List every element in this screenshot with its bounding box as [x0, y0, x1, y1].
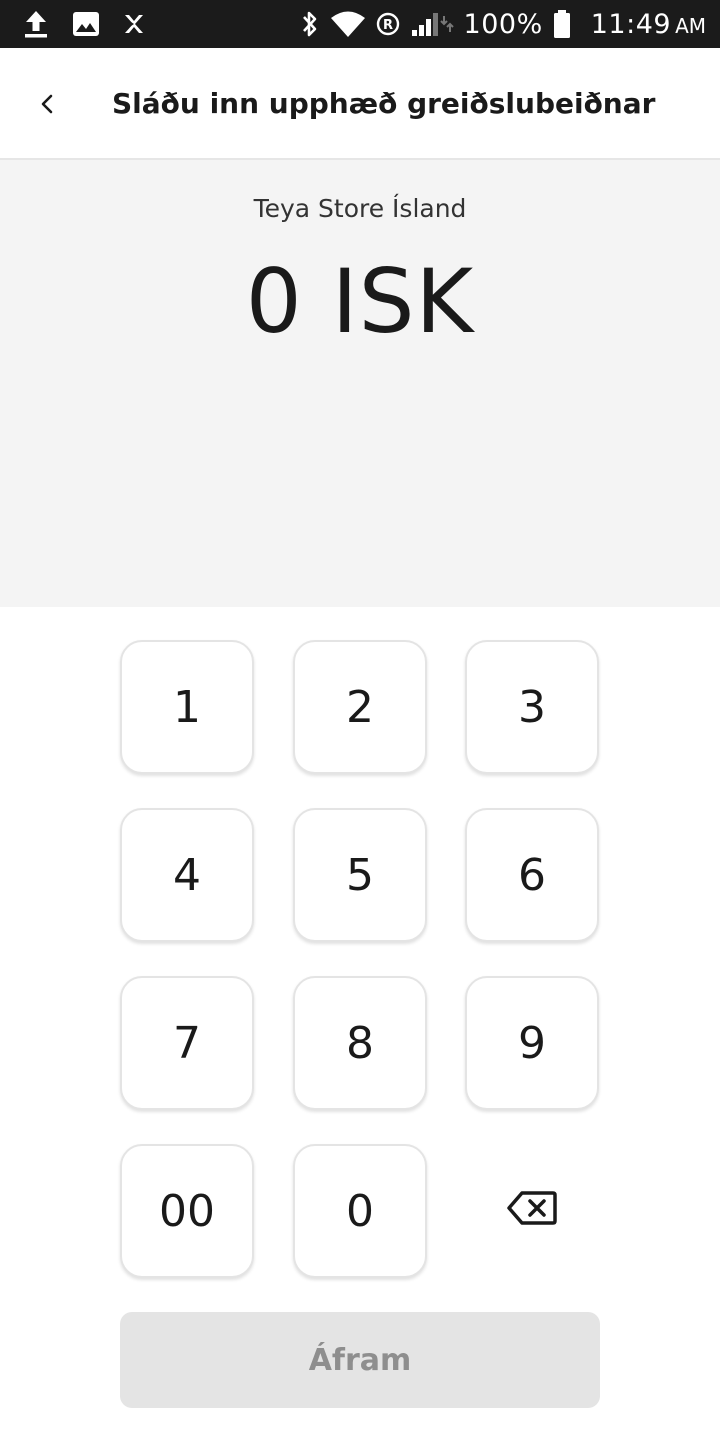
roaming-icon: R	[376, 12, 400, 36]
status-bar-system: R 100% 11:49 AM	[300, 9, 706, 40]
key-3[interactable]: 3	[465, 640, 599, 774]
app-notification-icon	[122, 12, 146, 36]
amount-display: 0 ISK	[245, 250, 475, 353]
status-bar: R 100% 11:49 AM	[0, 0, 720, 48]
continue-button[interactable]: Áfram	[120, 1312, 600, 1408]
key-2[interactable]: 2	[293, 640, 427, 774]
battery-icon	[553, 9, 571, 39]
battery-percent: 100%	[463, 8, 543, 40]
key-7[interactable]: 7	[120, 976, 254, 1110]
status-bar-notifications	[22, 9, 146, 39]
key-8[interactable]: 8	[293, 976, 427, 1110]
key-5[interactable]: 5	[293, 808, 427, 942]
upload-icon	[22, 9, 50, 39]
backspace-icon	[507, 1186, 557, 1237]
key-6[interactable]: 6	[465, 808, 599, 942]
amount-panel: Teya Store Ísland 0 ISK	[0, 160, 720, 607]
backspace-button[interactable]	[465, 1144, 599, 1278]
clock-ampm: AM	[675, 13, 706, 38]
image-icon	[72, 11, 100, 37]
key-00[interactable]: 00	[120, 1144, 254, 1278]
chevron-left-icon	[36, 92, 60, 121]
merchant-name: Teya Store Ísland	[253, 194, 467, 223]
key-1[interactable]: 1	[120, 640, 254, 774]
app-bar: Sláðu inn upphæð greiðslubeiðnar	[0, 48, 720, 160]
bluetooth-icon	[300, 9, 320, 39]
clock: 11:49 AM	[591, 9, 706, 40]
page-title: Sláðu inn upphæð greiðslubeiðnar	[112, 87, 656, 120]
key-4[interactable]: 4	[120, 808, 254, 942]
key-0[interactable]: 0	[293, 1144, 427, 1278]
signal-icon	[410, 10, 454, 38]
back-button[interactable]	[24, 82, 72, 130]
wifi-icon	[330, 10, 366, 38]
clock-time: 11:49	[590, 8, 672, 40]
key-9[interactable]: 9	[465, 976, 599, 1110]
svg-text:R: R	[383, 18, 393, 33]
